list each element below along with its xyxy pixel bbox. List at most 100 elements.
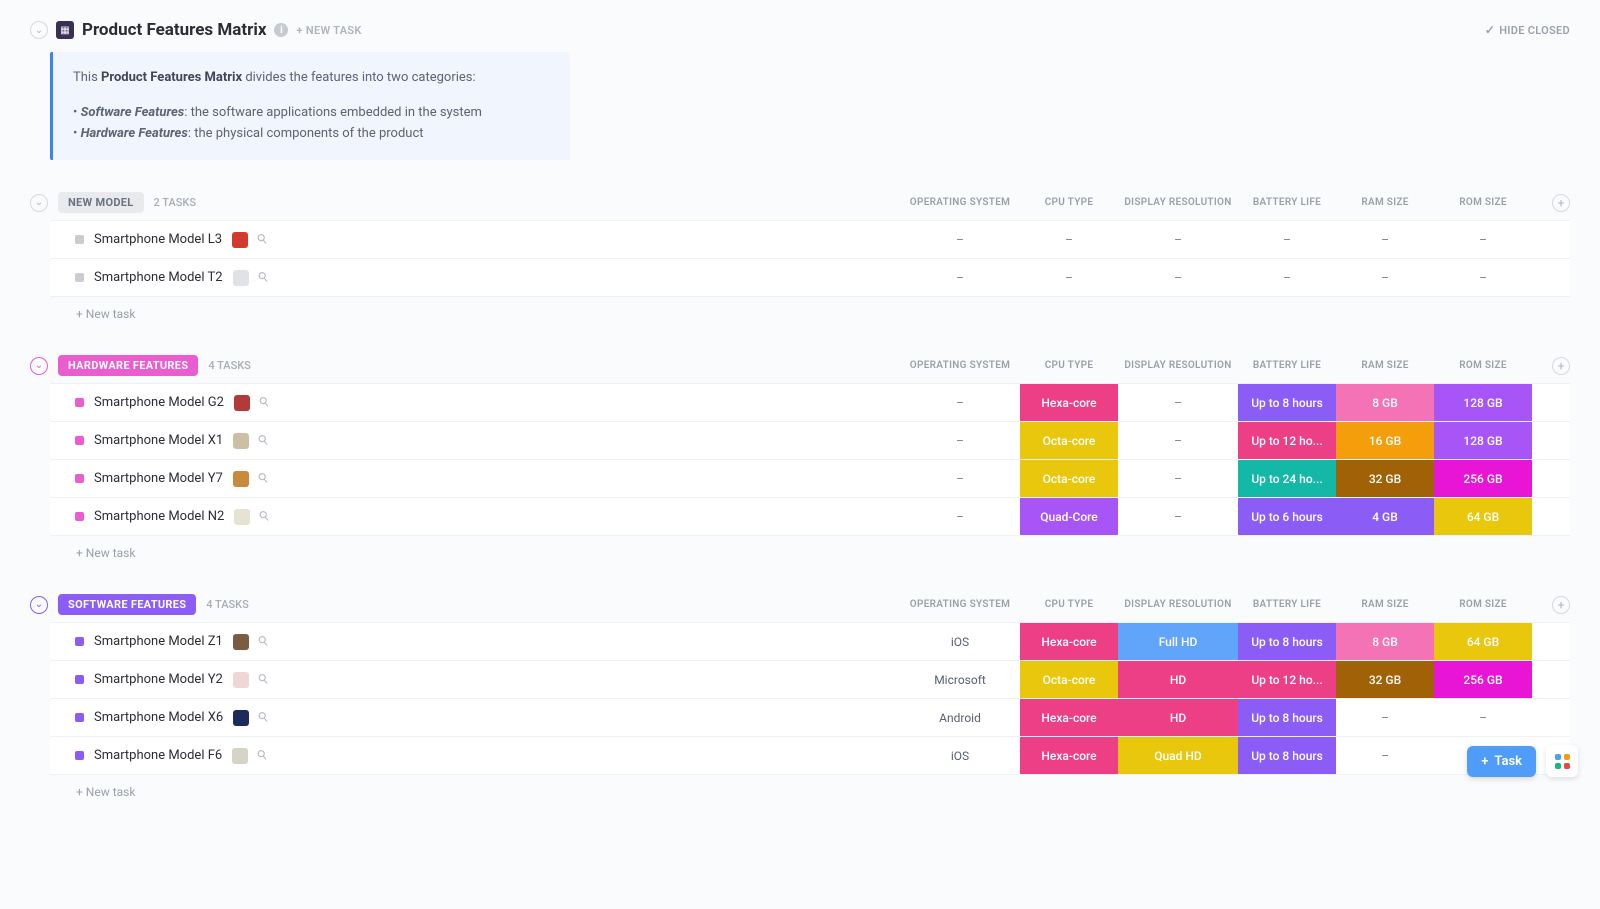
status-icon[interactable] <box>75 273 84 282</box>
cell-battery[interactable]: Up to 12 ho... <box>1238 661 1336 698</box>
cell-rom[interactable]: – <box>1434 221 1532 258</box>
list-collapse-toggle[interactable]: ⌄ <box>30 21 48 39</box>
status-icon[interactable] <box>75 512 84 521</box>
cell-os[interactable]: Android <box>900 699 1020 736</box>
task-name[interactable]: Smartphone Model Y2 <box>94 672 223 687</box>
column-header-cpu[interactable]: CPU TYPE <box>1020 197 1118 208</box>
cell-ram[interactable]: 32 GB <box>1336 460 1434 497</box>
cell-os[interactable]: – <box>900 221 1020 258</box>
cell-rom[interactable]: 256 GB <box>1434 661 1532 698</box>
cell-battery[interactable]: – <box>1238 259 1336 296</box>
cell-ram[interactable]: 8 GB <box>1336 623 1434 660</box>
column-header-battery[interactable]: BATTERY LIFE <box>1238 197 1336 208</box>
status-icon[interactable] <box>75 713 84 722</box>
cell-ram[interactable]: – <box>1336 259 1434 296</box>
attachment-icon[interactable]: ⚲ <box>255 432 272 450</box>
cell-battery[interactable]: Up to 24 ho... <box>1238 460 1336 497</box>
task-name[interactable]: Smartphone Model T2 <box>94 270 223 285</box>
fab-task-button[interactable]: + Task <box>1467 746 1536 777</box>
cell-display[interactable]: – <box>1118 384 1238 421</box>
task-row[interactable]: Smartphone Model Y7⚲–Octa-core–Up to 24 … <box>50 459 1570 498</box>
fab-apps-button[interactable] <box>1546 745 1578 777</box>
cell-os[interactable]: iOS <box>900 623 1020 660</box>
cell-ram[interactable]: 32 GB <box>1336 661 1434 698</box>
task-row[interactable]: Smartphone Model F6⚲iOSHexa-coreQuad HDU… <box>50 736 1570 775</box>
task-row[interactable]: Smartphone Model T2⚲–––––– <box>50 258 1570 297</box>
cell-display[interactable]: HD <box>1118 661 1238 698</box>
status-icon[interactable] <box>75 637 84 646</box>
cell-display[interactable]: Full HD <box>1118 623 1238 660</box>
task-name[interactable]: Smartphone Model N2 <box>94 509 224 524</box>
cell-os[interactable]: Microsoft <box>900 661 1020 698</box>
cell-os[interactable]: – <box>900 259 1020 296</box>
task-name[interactable]: Smartphone Model G2 <box>94 395 224 410</box>
cell-rom[interactable]: 256 GB <box>1434 460 1532 497</box>
group-collapse-toggle[interactable]: ⌄ <box>30 357 48 375</box>
cell-os[interactable]: – <box>900 422 1020 459</box>
cell-display[interactable]: HD <box>1118 699 1238 736</box>
attachment-icon[interactable]: ⚲ <box>255 671 272 689</box>
cell-ram[interactable]: 4 GB <box>1336 498 1434 535</box>
cell-battery[interactable]: Up to 8 hours <box>1238 737 1336 774</box>
column-header-rom[interactable]: ROM SIZE <box>1434 197 1532 208</box>
cell-ram[interactable]: 16 GB <box>1336 422 1434 459</box>
cell-cpu[interactable]: – <box>1020 221 1118 258</box>
column-header-rom[interactable]: ROM SIZE <box>1434 360 1532 371</box>
column-header-ram[interactable]: RAM SIZE <box>1336 599 1434 610</box>
status-icon[interactable] <box>75 751 84 760</box>
cell-cpu[interactable]: – <box>1020 259 1118 296</box>
cell-cpu[interactable]: Hexa-core <box>1020 699 1118 736</box>
status-icon[interactable] <box>75 436 84 445</box>
column-header-os[interactable]: OPERATING SYSTEM <box>900 360 1020 371</box>
column-header-display[interactable]: DISPLAY RESOLUTION <box>1118 197 1238 208</box>
cell-rom[interactable]: 128 GB <box>1434 422 1532 459</box>
cell-battery[interactable]: Up to 12 ho... <box>1238 422 1336 459</box>
cell-display[interactable]: – <box>1118 422 1238 459</box>
attachment-icon[interactable]: ⚲ <box>255 269 272 287</box>
task-row[interactable]: Smartphone Model X6⚲AndroidHexa-coreHDUp… <box>50 698 1570 737</box>
new-task-row[interactable]: + New task <box>30 297 1570 321</box>
column-header-cpu[interactable]: CPU TYPE <box>1020 360 1118 371</box>
cell-display[interactable]: – <box>1118 498 1238 535</box>
task-name[interactable]: Smartphone Model Z1 <box>94 634 223 649</box>
column-header-ram[interactable]: RAM SIZE <box>1336 197 1434 208</box>
new-task-row[interactable]: + New task <box>30 775 1570 799</box>
cell-display[interactable]: Quad HD <box>1118 737 1238 774</box>
task-name[interactable]: Smartphone Model X1 <box>94 433 223 448</box>
status-icon[interactable] <box>75 398 84 407</box>
attachment-icon[interactable]: ⚲ <box>256 394 273 412</box>
cell-rom[interactable]: 64 GB <box>1434 623 1532 660</box>
attachment-icon[interactable]: ⚲ <box>254 231 271 249</box>
group-collapse-toggle[interactable]: ⌄ <box>30 194 48 212</box>
cell-battery[interactable]: Up to 8 hours <box>1238 623 1336 660</box>
new-task-row[interactable]: + New task <box>30 536 1570 560</box>
new-task-button[interactable]: + NEW TASK <box>296 24 361 37</box>
task-row[interactable]: Smartphone Model Y2 ⚲ MicrosoftOcta-coreHD… <box>50 660 1570 699</box>
cell-display[interactable]: – <box>1118 460 1238 497</box>
column-header-battery[interactable]: BATTERY LIFE <box>1238 360 1336 371</box>
cell-display[interactable]: – <box>1118 221 1238 258</box>
cell-battery[interactable]: Up to 6 hours <box>1238 498 1336 535</box>
attachment-icon[interactable]: ⚲ <box>255 747 272 765</box>
cell-battery[interactable]: – <box>1238 221 1336 258</box>
add-column-button[interactable]: + <box>1552 194 1570 212</box>
hide-closed-toggle[interactable]: ✓ HIDE CLOSED <box>1485 23 1570 37</box>
attachment-icon[interactable]: ⚲ <box>257 508 274 526</box>
group-label[interactable]: HARDWARE FEATURES <box>58 355 198 376</box>
column-header-cpu[interactable]: CPU TYPE <box>1020 599 1118 610</box>
cell-cpu[interactable]: Hexa-core <box>1020 623 1118 660</box>
cell-display[interactable]: – <box>1118 259 1238 296</box>
cell-rom[interactable]: 128 GB <box>1434 384 1532 421</box>
cell-battery[interactable]: Up to 8 hours <box>1238 699 1336 736</box>
task-row[interactable]: Smartphone Model L3⚲–––––– <box>50 220 1570 259</box>
group-label[interactable]: SOFTWARE FEATURES <box>58 594 196 615</box>
group-label[interactable]: NEW MODEL <box>58 192 144 213</box>
task-name[interactable]: Smartphone Model X6 <box>94 710 223 725</box>
add-column-button[interactable]: + <box>1552 596 1570 614</box>
add-column-button[interactable]: + <box>1552 357 1570 375</box>
column-header-display[interactable]: DISPLAY RESOLUTION <box>1118 599 1238 610</box>
cell-cpu[interactable]: Quad-Core <box>1020 498 1118 535</box>
cell-cpu[interactable]: Hexa-core <box>1020 737 1118 774</box>
column-header-os[interactable]: OPERATING SYSTEM <box>900 197 1020 208</box>
cell-cpu[interactable]: Octa-core <box>1020 661 1118 698</box>
